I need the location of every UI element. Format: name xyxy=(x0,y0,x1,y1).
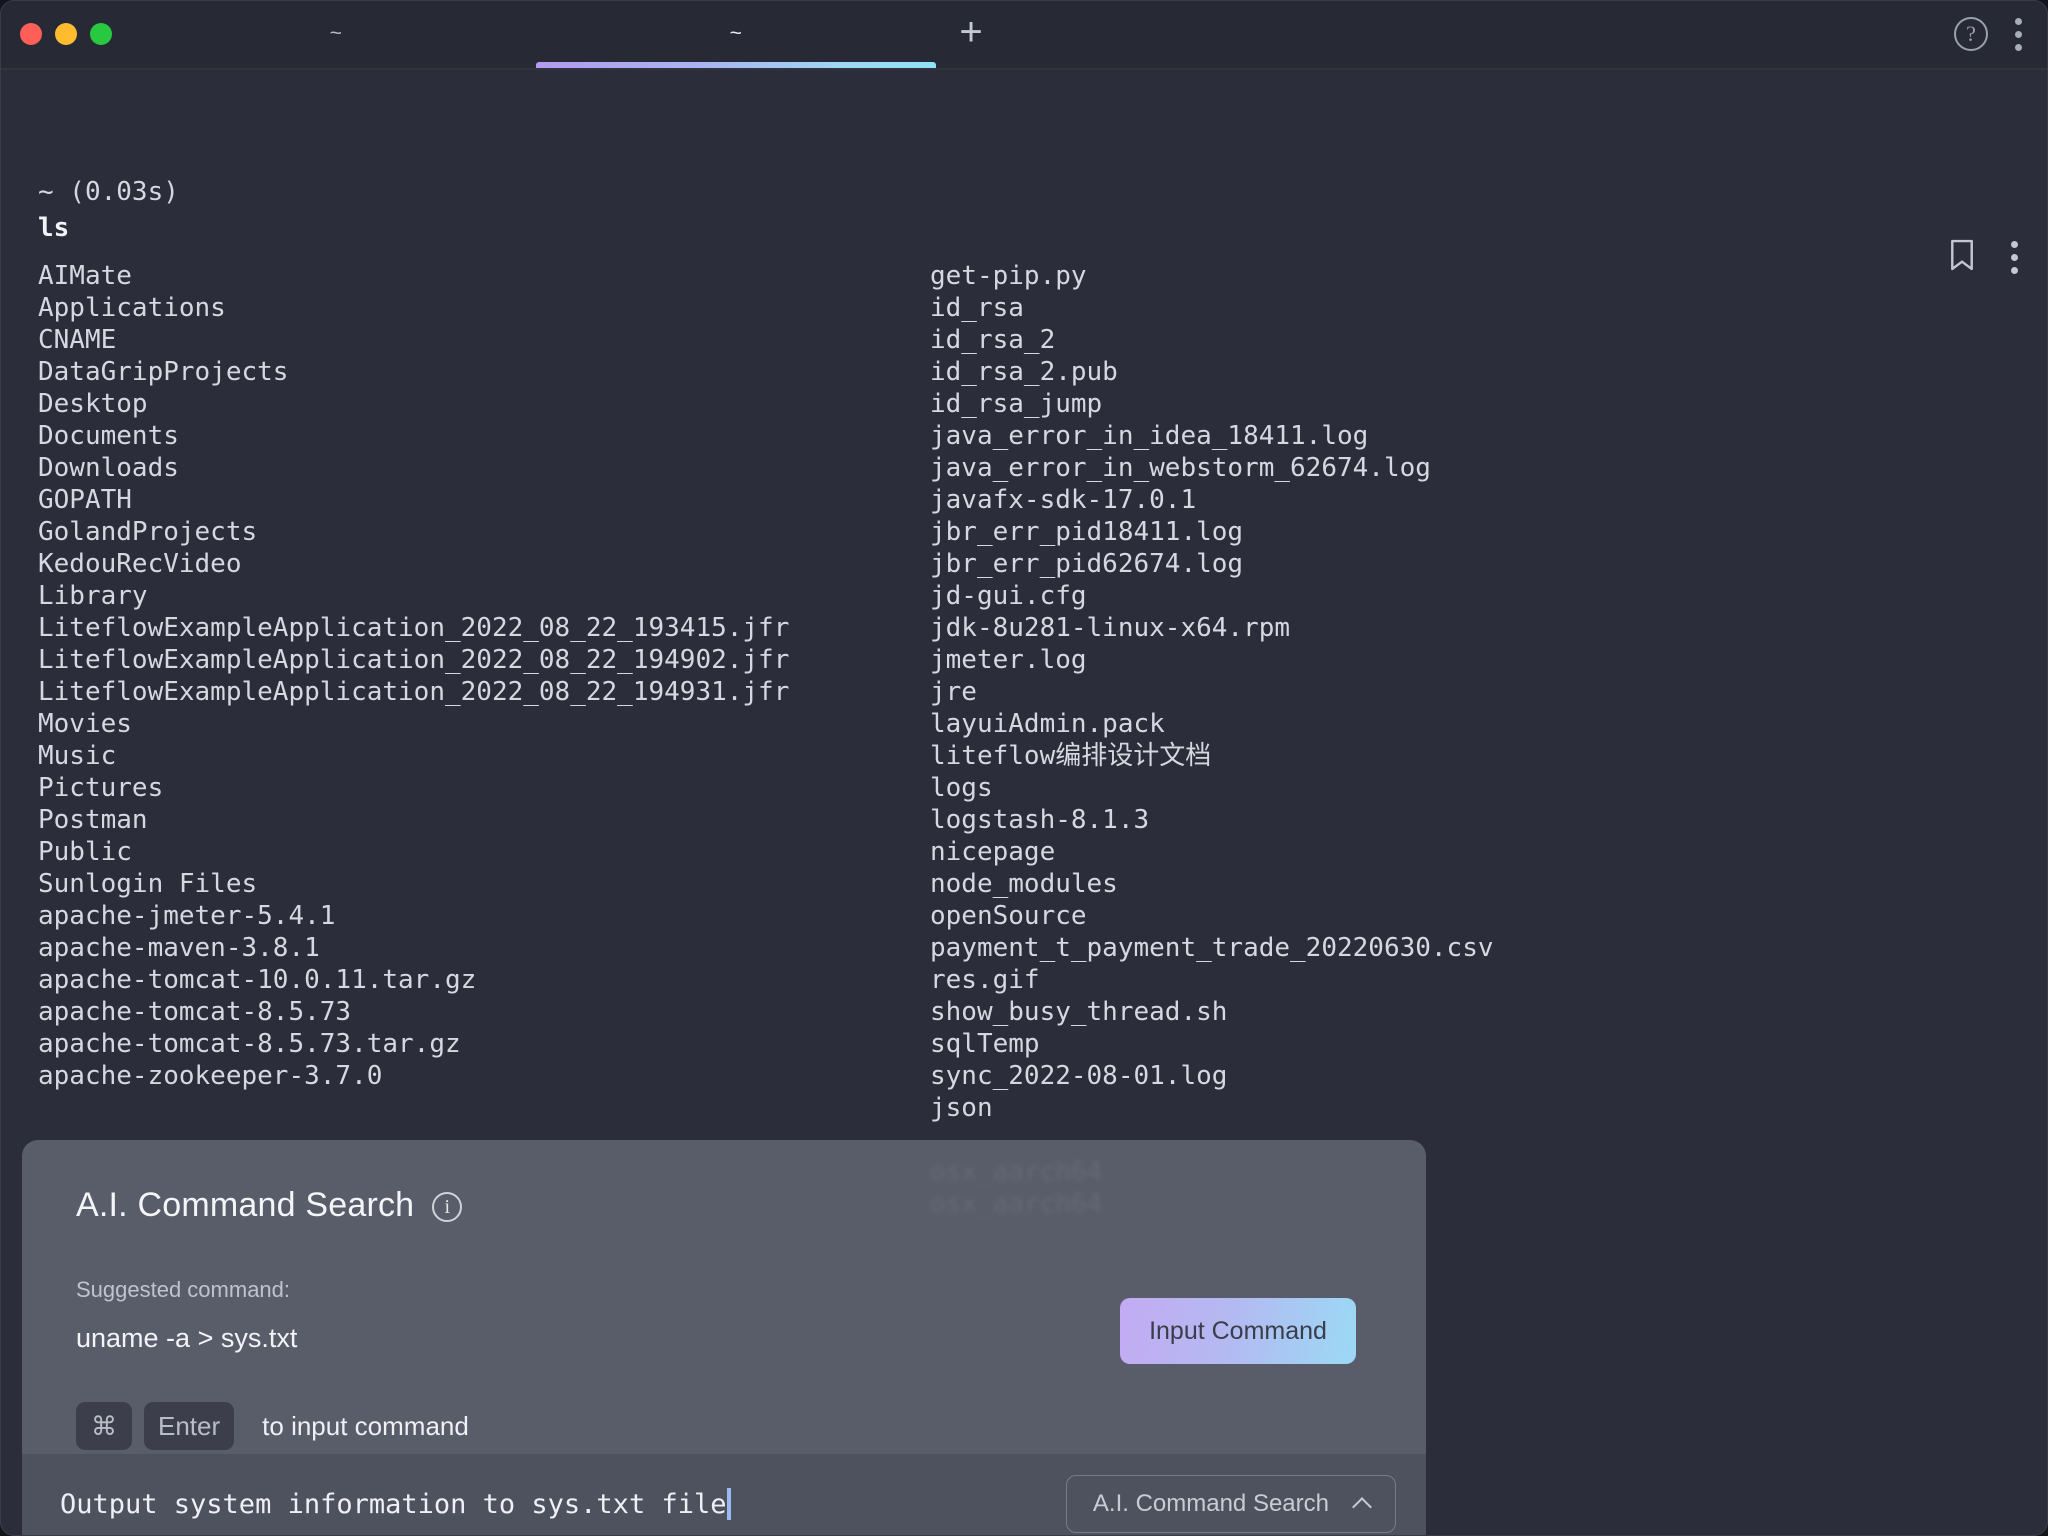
ls-entry: jdk-8u281-linux-x64.rpm xyxy=(930,612,1494,644)
ls-entry: apache-zookeeper-3.7.0 xyxy=(38,1060,789,1092)
ls-entry: LiteflowExampleApplication_2022_08_22_19… xyxy=(38,676,789,708)
ls-entry: sync_2022-08-01.log xyxy=(930,1060,1494,1092)
ls-entry: Pictures xyxy=(38,772,789,804)
plus-icon: + xyxy=(959,12,982,52)
kebab-menu-icon[interactable] xyxy=(2014,18,2022,51)
ls-entry: Movies xyxy=(38,708,789,740)
ls-entry: apache-tomcat-8.5.73 xyxy=(38,996,789,1028)
terminal-window: ~ ~ + ? xyxy=(0,0,2048,1536)
ls-entry: payment_t_payment_trade_20220630.csv xyxy=(930,932,1494,964)
ls-entry: Applications xyxy=(38,292,789,324)
minimize-window-button[interactable] xyxy=(55,23,77,45)
ls-entry: apache-tomcat-8.5.73.tar.gz xyxy=(38,1028,789,1060)
ls-entry: Music xyxy=(38,740,789,772)
ls-entry: sqlTemp xyxy=(930,1028,1494,1060)
ls-entry: KedouRecVideo xyxy=(38,548,789,580)
input-command-button[interactable]: Input Command xyxy=(1120,1298,1356,1364)
ls-entry: res.gif xyxy=(930,964,1494,996)
ls-entry: openSource xyxy=(930,900,1494,932)
ls-entry: DataGripProjects xyxy=(38,356,789,388)
keyboard-hint-text: to input command xyxy=(262,1411,469,1442)
prompt-line: ~ (0.03s) xyxy=(0,176,2048,208)
ls-entry: id_rsa_jump xyxy=(930,388,1494,420)
tab-2[interactable]: ~ xyxy=(536,0,936,68)
tab-1[interactable]: ~ xyxy=(136,0,536,68)
title-bar-actions: ? xyxy=(1954,17,2048,51)
ls-entry: Postman xyxy=(38,804,789,836)
info-circle-icon[interactable]: i xyxy=(432,1192,462,1222)
ls-column-right: get-pip.pyid_rsaid_rsa_2id_rsa_2.pubid_r… xyxy=(930,260,1494,1220)
ls-entry: logstash-8.1.3 xyxy=(930,804,1494,836)
ls-entry: Documents xyxy=(38,420,789,452)
title-bar: ~ ~ + ? xyxy=(0,0,2048,68)
ls-entry: id_rsa_2.pub xyxy=(930,356,1494,388)
kbd-command-key[interactable]: ⌘ xyxy=(76,1402,132,1450)
ls-entry: logs xyxy=(930,772,1494,804)
ls-entry: apache-maven-3.8.1 xyxy=(38,932,789,964)
tab-1-label: ~ xyxy=(330,22,343,46)
ls-entry: json xyxy=(930,1092,1494,1124)
ls-entry: get-pip.py xyxy=(930,260,1494,292)
ls-entry: jd-gui.cfg xyxy=(930,580,1494,612)
ls-entry: show_busy_thread.sh xyxy=(930,996,1494,1028)
command-input-bar[interactable]: Output system information to sys.txt fil… xyxy=(22,1454,1426,1536)
kbd-enter-key[interactable]: Enter xyxy=(144,1402,234,1450)
ls-entry: node_modules xyxy=(930,868,1494,900)
tab-2-label: ~ xyxy=(730,22,743,46)
ls-entry: Library xyxy=(38,580,789,612)
ls-entry: GOPATH xyxy=(38,484,789,516)
ls-entry: javafx-sdk-17.0.1 xyxy=(930,484,1494,516)
ls-entry: java_error_in_idea_18411.log xyxy=(930,420,1494,452)
traffic-lights xyxy=(0,23,112,45)
chevron-up-icon xyxy=(1352,1497,1372,1517)
ls-entry: Downloads xyxy=(38,452,789,484)
ls-entry: id_rsa_2 xyxy=(930,324,1494,356)
ls-entry: jbr_err_pid18411.log xyxy=(930,516,1494,548)
ls-entry: jbr_err_pid62674.log xyxy=(930,548,1494,580)
ls-entry: Desktop xyxy=(38,388,789,420)
zoom-window-button[interactable] xyxy=(90,23,112,45)
ls-entry: AIMate xyxy=(38,260,789,292)
ls-entry: CNAME xyxy=(38,324,789,356)
ai-command-search-panel: A.I. Command Search i Suggested command:… xyxy=(22,1140,1426,1454)
ls-entry: Public xyxy=(38,836,789,868)
ls-entry: LiteflowExampleApplication_2022_08_22_19… xyxy=(38,612,789,644)
command-text: ls xyxy=(0,212,2048,244)
ls-entry: GolandProjects xyxy=(38,516,789,548)
ls-column-left: AIMateApplicationsCNAMEDataGripProjectsD… xyxy=(38,260,789,1092)
ai-mode-pill[interactable]: A.I. Command Search xyxy=(1066,1475,1396,1533)
ls-entry: java_error_in_webstorm_62674.log xyxy=(930,452,1494,484)
ls-entry: nicepage xyxy=(930,836,1494,868)
ls-entry: LiteflowExampleApplication_2022_08_22_19… xyxy=(38,644,789,676)
ls-entry: id_rsa xyxy=(930,292,1494,324)
new-tab-button[interactable]: + xyxy=(936,0,1006,68)
command-input-field[interactable]: Output system information to sys.txt fil… xyxy=(60,1488,1066,1520)
ls-entry: apache-tomcat-10.0.11.tar.gz xyxy=(38,964,789,996)
ls-entry: apache-jmeter-5.4.1 xyxy=(38,900,789,932)
tab-strip: ~ ~ + xyxy=(136,0,1954,68)
terminal-body[interactable]: ~ (0.03s) ls AIMateApplicationsCNAMEData… xyxy=(0,70,2048,1536)
ai-panel-title: A.I. Command Search xyxy=(76,1186,414,1225)
ai-mode-pill-label: A.I. Command Search xyxy=(1093,1490,1329,1518)
ls-entry: liteflow编排设计文档 xyxy=(930,740,1494,772)
keyboard-hint-row: ⌘ Enter to input command xyxy=(76,1402,1372,1450)
ls-entry: Sunlogin Files xyxy=(38,868,789,900)
ls-entry: layuiAdmin.pack xyxy=(930,708,1494,740)
help-circle-icon[interactable]: ? xyxy=(1954,17,1988,51)
close-window-button[interactable] xyxy=(20,23,42,45)
ai-panel-header: A.I. Command Search i xyxy=(76,1186,1372,1225)
command-input-value: Output system information to sys.txt fil… xyxy=(60,1489,726,1520)
text-caret xyxy=(727,1488,731,1520)
ls-entry: jmeter.log xyxy=(930,644,1494,676)
ls-entry: jre xyxy=(930,676,1494,708)
